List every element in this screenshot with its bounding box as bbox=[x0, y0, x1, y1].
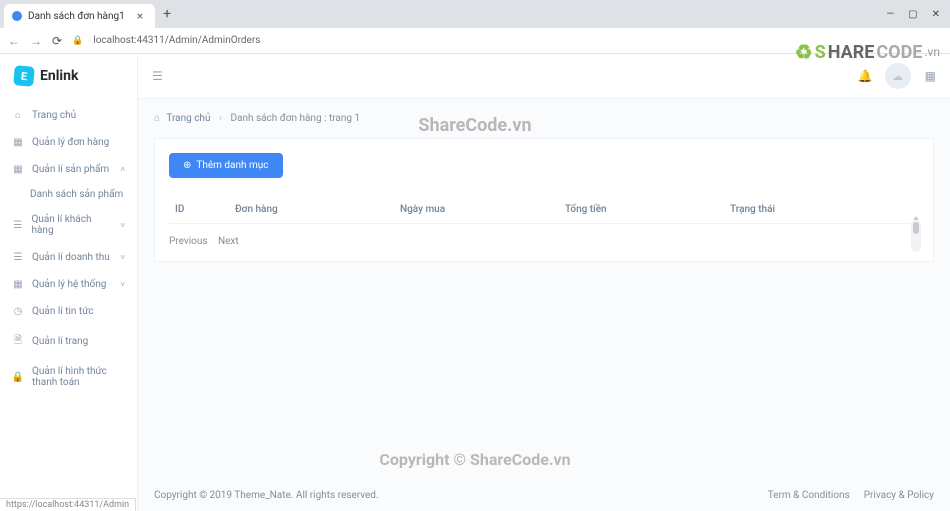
pagination: Previous Next bbox=[169, 236, 919, 247]
breadcrumb-current: Danh sách đơn hàng : trang 1 bbox=[230, 113, 360, 124]
minimize-button[interactable]: — bbox=[886, 9, 894, 20]
sidebar-item-products[interactable]: ▦ Quản lí sản phẩm ˄ bbox=[0, 156, 137, 183]
chevron-down-icon: ˅ bbox=[120, 280, 125, 289]
sidebar-item-customers[interactable]: ☰ Quản lí khách hàng ˅ bbox=[0, 206, 137, 244]
sidebar-item-label: Quản lí khách hàng bbox=[31, 214, 112, 236]
footer: Copyright © 2019 Theme_Nate. All rights … bbox=[138, 479, 950, 511]
watermark-sharecode-bottom: Copyright © ShareCode.vn bbox=[379, 450, 570, 469]
column-id: ID bbox=[169, 196, 229, 224]
sidebar-item-label: Quản lý đơn hàng bbox=[32, 137, 109, 148]
browser-status-bar: https://localhost:44311/Admin bbox=[0, 498, 136, 511]
lock-icon: 🔒 bbox=[72, 36, 83, 46]
footer-copyright: Copyright © 2019 Theme_Nate. All rights … bbox=[154, 490, 379, 501]
browser-tab-bar: Danh sách đơn hàng1 × + — ▢ ✕ bbox=[0, 0, 950, 28]
back-button[interactable]: ← bbox=[8, 34, 20, 48]
main-area: ☰ 🔔 ☁ ▦ ⌂ Trang chủ › Danh sách đơn hàng… bbox=[138, 54, 950, 511]
forward-button[interactable]: → bbox=[30, 34, 42, 48]
reload-button[interactable]: ⟳ bbox=[52, 34, 62, 48]
url-text[interactable]: localhost:44311/Admin/AdminOrders bbox=[93, 35, 260, 46]
lock-icon: 🔒 bbox=[12, 372, 24, 383]
tab-title: Danh sách đơn hàng1 bbox=[28, 11, 125, 22]
brand-logo[interactable]: E Enlink bbox=[0, 54, 137, 98]
sidebar-item-label: Trang chủ bbox=[32, 110, 76, 121]
sidebar-subitem-label: Danh sách sản phẩm bbox=[30, 189, 123, 200]
browser-tab[interactable]: Danh sách đơn hàng1 × bbox=[4, 4, 155, 28]
add-category-label: Thêm danh mục bbox=[196, 160, 268, 171]
home-icon: ⌂ bbox=[12, 110, 24, 121]
footer-privacy-link[interactable]: Privacy & Policy bbox=[864, 490, 934, 501]
grid-icon: ▦ bbox=[12, 279, 24, 290]
orders-table: ID Đơn hàng Ngày mua Tổng tiền Trạng thá… bbox=[169, 196, 919, 224]
add-category-button[interactable]: ⊕ Thêm danh mục bbox=[169, 153, 283, 178]
table-header-row: ID Đơn hàng Ngày mua Tổng tiền Trạng thá… bbox=[169, 196, 919, 224]
sidebar-item-label: Quản lí trang bbox=[32, 336, 88, 347]
tab-close-icon[interactable]: × bbox=[137, 9, 143, 23]
sidebar-item-label: Quản lý hệ thống bbox=[32, 279, 106, 290]
sidebar-item-label: Quản lí tin tức bbox=[32, 306, 94, 317]
notification-bell-icon[interactable]: 🔔 bbox=[858, 69, 873, 83]
window-controls: — ▢ ✕ bbox=[886, 9, 946, 20]
sidebar-item-news[interactable]: ◷ Quản lí tin tức bbox=[0, 298, 137, 325]
column-date: Ngày mua bbox=[394, 196, 559, 224]
close-window-button[interactable]: ✕ bbox=[932, 9, 940, 20]
sidebar-toggle-icon[interactable]: ☰ bbox=[152, 69, 163, 83]
tab-favicon bbox=[12, 11, 22, 21]
sidebar-item-payment[interactable]: 🔒 Quản lí hình thức thanh toán bbox=[0, 358, 137, 396]
chevron-down-icon: ˅ bbox=[120, 221, 125, 230]
sidebar: E Enlink ⌂ Trang chủ ▦ Quản lý đơn hàng … bbox=[0, 54, 138, 511]
footer-terms-link[interactable]: Term & Conditions bbox=[768, 490, 850, 501]
sidebar-item-pages[interactable]: 🗎 Quản lí trang bbox=[0, 325, 137, 358]
sidebar-item-orders[interactable]: ▦ Quản lý đơn hàng bbox=[0, 129, 137, 156]
brand-mark: E bbox=[13, 65, 35, 87]
pagination-next[interactable]: Next bbox=[218, 236, 239, 247]
plus-circle-icon: ⊕ bbox=[183, 160, 191, 171]
new-tab-button[interactable]: + bbox=[155, 6, 179, 22]
home-icon: ⌂ bbox=[154, 113, 160, 124]
orders-table-wrap: ID Đơn hàng Ngày mua Tổng tiền Trạng thá… bbox=[169, 196, 919, 224]
sidebar-item-label: Quản lí doanh thu bbox=[32, 252, 110, 263]
watermark-sharecode-top: ♻ SHARECODE.vn bbox=[795, 40, 940, 64]
column-order: Đơn hàng bbox=[229, 196, 394, 224]
sidebar-item-revenue[interactable]: ☰ Quản lí doanh thu ˅ bbox=[0, 244, 137, 271]
table-scrollbar-arrows[interactable] bbox=[911, 216, 921, 230]
sidebar-item-label: Quản lí hình thức thanh toán bbox=[32, 366, 125, 388]
list-icon: ☰ bbox=[12, 220, 23, 231]
file-icon: 🗎 bbox=[12, 333, 24, 350]
user-avatar[interactable]: ☁ bbox=[885, 63, 911, 89]
breadcrumb: ⌂ Trang chủ › Danh sách đơn hàng : trang… bbox=[154, 113, 934, 124]
clock-icon: ◷ bbox=[12, 306, 24, 317]
sidebar-item-label: Quản lí sản phẩm bbox=[32, 164, 109, 175]
sidebar-item-home[interactable]: ⌂ Trang chủ bbox=[0, 102, 137, 129]
list-icon: ☰ bbox=[12, 252, 24, 263]
column-total: Tổng tiền bbox=[559, 196, 724, 224]
brand-name: Enlink bbox=[40, 68, 78, 84]
watermark-sharecode-mid: ShareCode.vn bbox=[418, 115, 531, 136]
chevron-up-icon: ˄ bbox=[120, 165, 125, 174]
pagination-previous[interactable]: Previous bbox=[169, 236, 208, 247]
breadcrumb-separator: › bbox=[219, 113, 222, 124]
chevron-down-icon: ˅ bbox=[120, 253, 125, 262]
breadcrumb-home[interactable]: Trang chủ bbox=[166, 113, 210, 124]
maximize-button[interactable]: ▢ bbox=[908, 9, 917, 20]
sidebar-nav: ⌂ Trang chủ ▦ Quản lý đơn hàng ▦ Quản lí… bbox=[0, 98, 137, 511]
sidebar-subitem-product-list[interactable]: Danh sách sản phẩm bbox=[0, 183, 137, 206]
grid-icon: ▦ bbox=[12, 137, 24, 148]
grid-icon: ▦ bbox=[12, 164, 24, 175]
orders-card: ⊕ Thêm danh mục ID Đơn hàng Ngày mua Tổn… bbox=[154, 138, 934, 262]
sidebar-item-system[interactable]: ▦ Quản lý hệ thống ˅ bbox=[0, 271, 137, 298]
column-status: Trạng thái bbox=[724, 196, 919, 224]
apps-grid-icon[interactable]: ▦ bbox=[925, 69, 936, 83]
content: ⌂ Trang chủ › Danh sách đơn hàng : trang… bbox=[138, 99, 950, 479]
